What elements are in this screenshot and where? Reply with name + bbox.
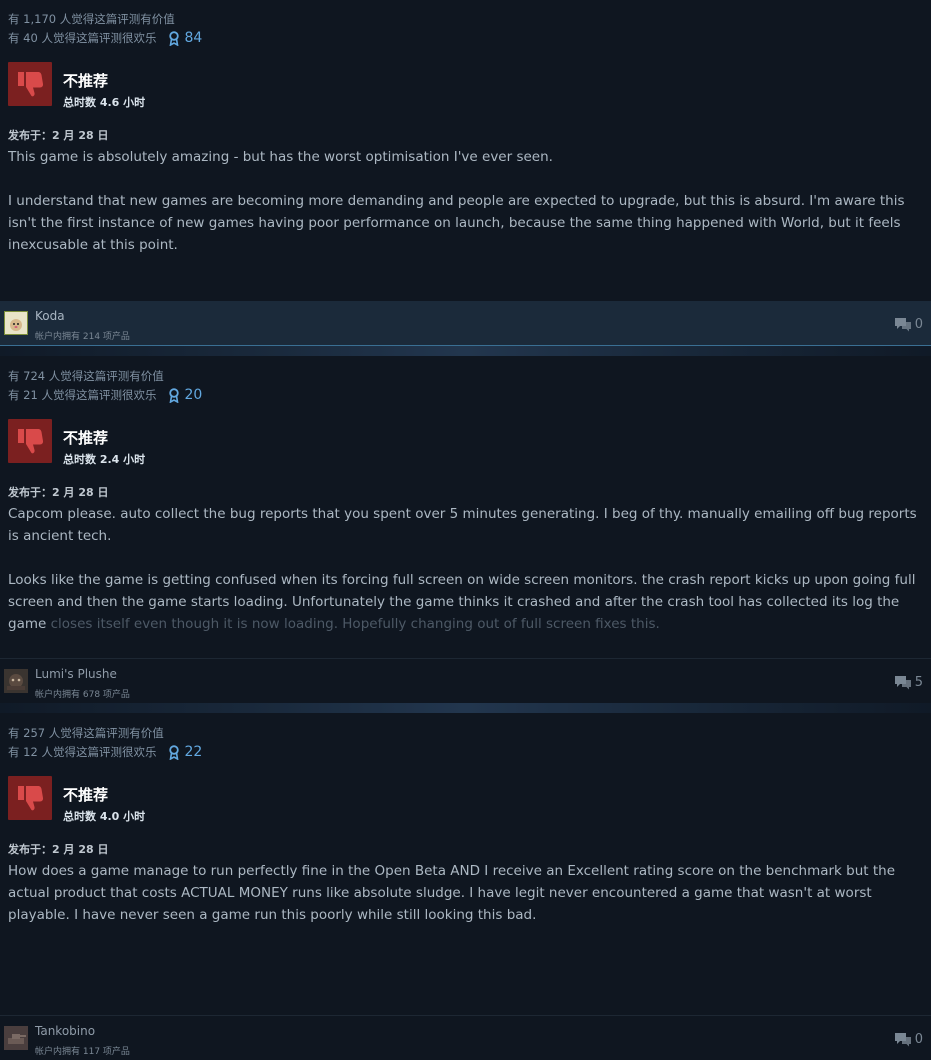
award-icon [169,30,180,46]
award-badge[interactable]: 22 [168,744,202,760]
reviewer-bar[interactable]: Lumi's Plushe 帐户内拥有 678 项产品 5 [0,658,931,703]
thumbs-down-icon [18,786,44,811]
reviewer-bar[interactable]: Tankobino 帐户内拥有 117 项产品 0 [0,1015,931,1060]
thumbs-down-badge [8,776,52,820]
comment-icon [894,1033,911,1047]
review-paragraph: Looks like the game is getting confused … [8,569,926,635]
award-badge[interactable]: 20 [168,387,202,403]
thumbs-down-icon [18,72,44,97]
reviewer-products: 帐户内拥有 214 项产品 [35,332,130,342]
verdict-label[interactable]: 不推荐 [63,427,108,448]
reviewer-products: 帐户内拥有 117 项产品 [35,1047,130,1057]
review-body: This game is absolutely amazing - but ha… [8,146,926,278]
avatar-plushie-icon[interactable] [4,669,28,693]
helpful-count: 有 257 人觉得这篇评测有价值 [8,726,164,740]
reviewer-products: 帐户内拥有 678 项产品 [35,690,130,700]
review-paragraph: This game is absolutely amazing - but ha… [8,149,553,165]
award-icon [169,744,180,760]
reviewer-name[interactable]: Koda [35,309,65,323]
funny-count: 有 21 人觉得这篇评测很欢乐 [8,388,157,402]
award-badge[interactable]: 84 [168,30,202,46]
review-body: How does a game manage to run perfectly … [8,860,926,948]
comment-icon [894,318,911,332]
award-count: 22 [184,744,203,760]
avatar-dog-icon[interactable] [4,311,28,335]
award-count: 84 [184,30,203,46]
reviewer-name[interactable]: Lumi's Plushe [35,667,117,681]
reviewer-bar[interactable]: Koda 帐户内拥有 214 项产品 0 [0,301,931,346]
helpful-count: 有 724 人觉得这篇评测有价值 [8,369,164,383]
review-separator [0,346,931,356]
funny-row: 有 12 人觉得这篇评测很欢乐 22 [8,744,202,760]
award-count: 20 [184,387,203,403]
comments-button[interactable]: 5 [894,675,923,690]
award-icon [169,387,180,403]
review-paragraph: I understand that new games are becoming… [8,193,905,253]
funny-count: 有 12 人觉得这篇评测很欢乐 [8,745,157,759]
thumbs-down-badge [8,419,52,463]
playtime: 总时数 4.6 小时 [63,96,146,109]
avatar-tank-icon[interactable] [4,1026,28,1050]
comments-button[interactable]: 0 [894,1032,923,1047]
review-paragraph: Capcom please. auto collect the bug repo… [8,506,917,544]
comment-count: 0 [914,1032,923,1047]
review-paragraph-faded: closes itself even though it is now load… [50,616,660,632]
verdict-label[interactable]: 不推荐 [63,784,108,805]
funny-row: 有 21 人觉得这篇评测很欢乐 20 [8,387,202,403]
posted-date: 发布于：2 月 28 日 [8,486,109,499]
posted-date: 发布于：2 月 28 日 [8,843,109,856]
funny-row: 有 40 人觉得这篇评测很欢乐 84 [8,30,202,46]
helpful-count: 有 1,170 人觉得这篇评测有价值 [8,12,175,26]
playtime: 总时数 4.0 小时 [63,810,146,823]
reviewer-name[interactable]: Tankobino [35,1024,95,1038]
comments-button[interactable]: 0 [894,317,923,332]
review-body: Capcom please. auto collect the bug repo… [8,503,926,635]
posted-date: 发布于：2 月 28 日 [8,129,109,142]
review-paragraph: How does a game manage to run perfectly … [8,863,896,923]
review-separator [0,703,931,713]
playtime: 总时数 2.4 小时 [63,453,146,466]
thumbs-down-badge [8,62,52,106]
verdict-label[interactable]: 不推荐 [63,70,108,91]
funny-count: 有 40 人觉得这篇评测很欢乐 [8,31,157,45]
comment-count: 0 [914,317,923,332]
thumbs-down-icon [18,429,44,454]
comment-count: 5 [914,675,923,690]
comment-icon [894,676,911,690]
